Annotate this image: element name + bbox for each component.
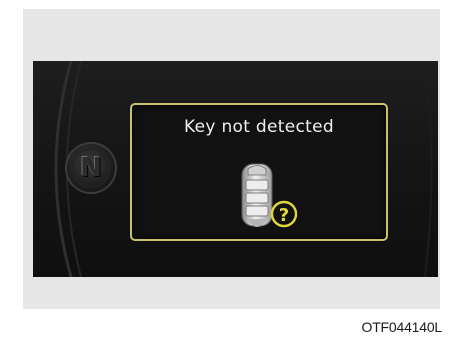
- smart-key-question-icon: ?: [241, 163, 298, 228]
- question-mark-text: ?: [279, 205, 289, 226]
- instrument-cluster: N Key not detected ?: [33, 61, 438, 277]
- message-text: Key not detected: [184, 117, 334, 137]
- figure-code-label: OTF044140L: [361, 319, 443, 335]
- warning-message-panel: Key not detected ?: [130, 103, 388, 241]
- gear-indicator-neutral: N: [80, 153, 102, 183]
